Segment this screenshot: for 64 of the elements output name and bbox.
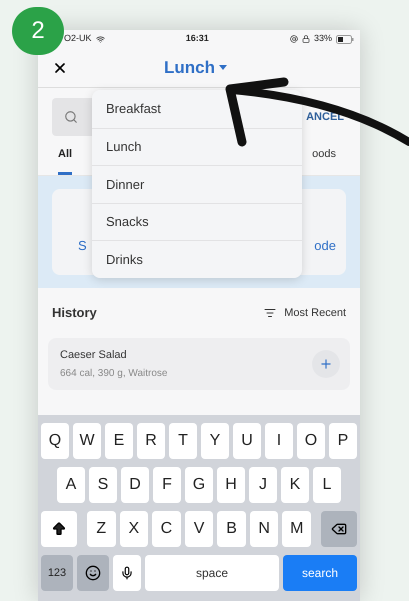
microphone-icon: [120, 566, 134, 580]
food-details: 664 cal, 390 g, Waitrose: [60, 367, 168, 382]
plus-icon: [319, 357, 333, 371]
keyboard-key[interactable]: S: [89, 467, 117, 503]
menu-item[interactable]: Snacks: [92, 202, 302, 240]
menu-item[interactable]: Drinks: [92, 240, 302, 278]
space-key[interactable]: space: [145, 555, 279, 591]
meal-selector[interactable]: Lunch: [164, 54, 227, 80]
history-title: History: [52, 304, 97, 322]
food-name: Caeser Salad: [60, 348, 128, 363]
keyboard-key[interactable]: B: [217, 511, 246, 547]
keyboard-key[interactable]: A: [57, 467, 85, 503]
backspace-icon: [331, 521, 348, 537]
caret-icon: [219, 65, 227, 70]
search-key[interactable]: search: [283, 555, 357, 591]
emoji-key[interactable]: [77, 555, 109, 591]
keyboard-key[interactable]: H: [217, 467, 245, 503]
delete-key[interactable]: [321, 511, 358, 547]
sort-icon: [264, 307, 276, 319]
keyboard-key[interactable]: C: [152, 511, 181, 547]
keyboard-key[interactable]: X: [120, 511, 148, 547]
sort-button[interactable]: Most Recent: [264, 304, 346, 322]
step-badge: 2: [12, 7, 64, 55]
card-link[interactable]: ode: [314, 236, 336, 255]
keyboard-key[interactable]: J: [249, 467, 277, 503]
search-icon: [64, 110, 78, 124]
keyboard-key[interactable]: T: [169, 423, 197, 459]
keyboard-key[interactable]: W: [73, 423, 101, 459]
keyboard-key[interactable]: R: [137, 423, 165, 459]
tab[interactable]: oods: [312, 146, 336, 175]
emoji-icon: [85, 565, 101, 581]
numbers-key[interactable]: 123: [41, 555, 73, 591]
add-button[interactable]: [312, 350, 340, 378]
keyboard-key[interactable]: V: [184, 511, 214, 547]
keyboard-key[interactable]: L: [313, 467, 341, 503]
cancel-button[interactable]: ANCEL: [306, 108, 344, 126]
food-item[interactable]: Caeser Salad 664 cal, 390 g, Waitrose: [48, 338, 350, 390]
keyboard-key[interactable]: D: [121, 467, 149, 503]
card-link[interactable]: S: [78, 236, 87, 255]
menu-item[interactable]: Dinner: [92, 165, 302, 202]
keyboard-key[interactable]: E: [105, 423, 133, 459]
keyboard-key[interactable]: Z: [87, 511, 116, 547]
shift-icon: [51, 521, 67, 537]
keyboard-key[interactable]: P: [329, 423, 357, 459]
menu-item[interactable]: Breakfast: [92, 90, 302, 128]
menu-item[interactable]: Lunch: [92, 128, 302, 165]
battery-percent: 33%: [314, 32, 332, 46]
keyboard-key[interactable]: K: [281, 467, 309, 503]
keyboard-key[interactable]: M: [282, 511, 312, 547]
carrier-name: O2-UK: [64, 32, 92, 46]
status-time: 16:31: [186, 32, 209, 46]
keyboard-key[interactable]: Y: [201, 423, 229, 459]
keyboard-key[interactable]: O: [297, 423, 325, 459]
keyboard-key[interactable]: G: [185, 467, 213, 503]
keyboard-key[interactable]: N: [250, 511, 278, 547]
keyboard-key[interactable]: U: [233, 423, 261, 459]
microphone-key[interactable]: [113, 555, 141, 591]
keyboard-key[interactable]: F: [153, 467, 181, 503]
keyboard-key[interactable]: Q: [41, 423, 69, 459]
wifi-icon: [96, 34, 105, 44]
shift-key[interactable]: [41, 511, 77, 547]
keyboard-key[interactable]: I: [265, 423, 293, 459]
battery-icon: [336, 34, 354, 44]
lock-icon: [302, 35, 310, 43]
